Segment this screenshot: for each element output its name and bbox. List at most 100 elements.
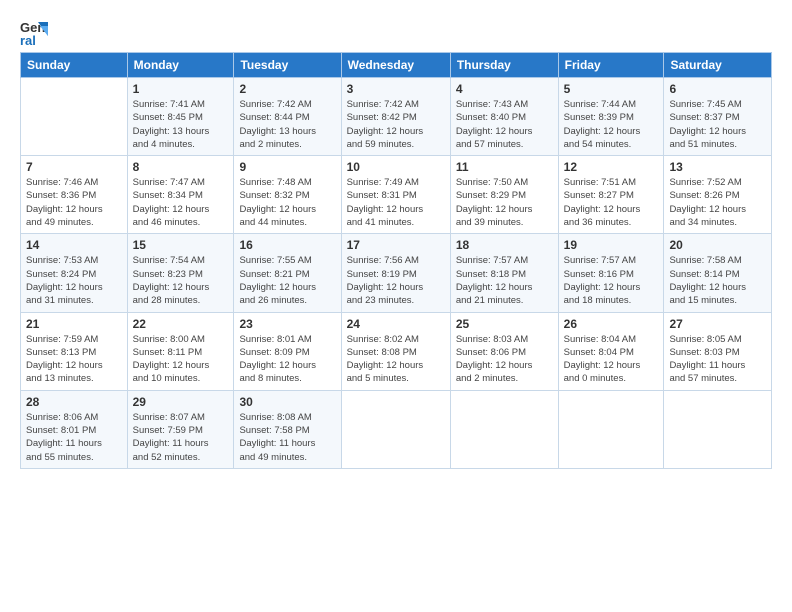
day-number: 17 [347,238,445,252]
day-cell: 14 Sunrise: 7:53 AM Sunset: 8:24 PM Dayli… [21,234,128,312]
day-cell: 20 Sunrise: 7:58 AM Sunset: 8:14 PM Dayli… [664,234,772,312]
day-cell: 2Sunrise: 7:42 AM Sunset: 8:44 PM Daylig… [234,78,341,156]
col-header-saturday: Saturday [664,53,772,78]
day-cell [21,78,128,156]
day-info: Sunrise: 7:50 AM Sunset: 8:29 PM Dayligh… [456,176,553,229]
day-number: 25 [456,317,553,331]
col-header-tuesday: Tuesday [234,53,341,78]
day-info: Sunrise: 8:06 AM Sunset: 8:01 PM Dayligh… [26,411,122,464]
day-number: 9 [239,160,335,174]
day-cell: 25 Sunrise: 8:03 AM Sunset: 8:06 PM Dayli… [450,312,558,390]
day-info: Sunrise: 7:52 AM Sunset: 8:26 PM Dayligh… [669,176,766,229]
day-info: Sunrise: 7:47 AM Sunset: 8:34 PM Dayligh… [133,176,229,229]
logo-icon: Gene ral [20,18,48,46]
day-info: Sunrise: 7:42 AM Sunset: 8:44 PM Dayligh… [239,98,335,151]
week-row-4: 21 Sunrise: 7:59 AM Sunset: 8:13 PM Dayli… [21,312,772,390]
day-number: 26 [564,317,659,331]
col-header-wednesday: Wednesday [341,53,450,78]
day-cell: 30Sunrise: 8:08 AM Sunset: 7:58 PM Dayli… [234,390,341,468]
day-number: 7 [26,160,122,174]
day-cell: 24 Sunrise: 8:02 AM Sunset: 8:08 PM Dayli… [341,312,450,390]
day-number: 8 [133,160,229,174]
day-cell: 4 Sunrise: 7:43 AM Sunset: 8:40 PM Daylig… [450,78,558,156]
day-info: Sunrise: 7:57 AM Sunset: 8:18 PM Dayligh… [456,254,553,307]
week-row-1: 1 Sunrise: 7:41 AM Sunset: 8:45 PM Daylig… [21,78,772,156]
day-cell: 1 Sunrise: 7:41 AM Sunset: 8:45 PM Daylig… [127,78,234,156]
day-info: Sunrise: 8:04 AM Sunset: 8:04 PM Dayligh… [564,333,659,386]
day-cell: 27Sunrise: 8:05 AM Sunset: 8:03 PM Dayli… [664,312,772,390]
day-cell: 5Sunrise: 7:44 AM Sunset: 8:39 PM Daylig… [558,78,664,156]
day-number: 20 [669,238,766,252]
day-info: Sunrise: 7:53 AM Sunset: 8:24 PM Dayligh… [26,254,122,307]
week-row-2: 7Sunrise: 7:46 AM Sunset: 8:36 PM Daylig… [21,156,772,234]
day-number: 3 [347,82,445,96]
day-cell: 12Sunrise: 7:51 AM Sunset: 8:27 PM Dayli… [558,156,664,234]
day-number: 21 [26,317,122,331]
day-number: 14 [26,238,122,252]
day-cell: 8 Sunrise: 7:47 AM Sunset: 8:34 PM Daylig… [127,156,234,234]
day-cell [558,390,664,468]
day-cell: 9Sunrise: 7:48 AM Sunset: 8:32 PM Daylig… [234,156,341,234]
day-cell: 26 Sunrise: 8:04 AM Sunset: 8:04 PM Dayli… [558,312,664,390]
day-info: Sunrise: 8:05 AM Sunset: 8:03 PM Dayligh… [669,333,766,386]
day-number: 15 [133,238,229,252]
day-info: Sunrise: 8:03 AM Sunset: 8:06 PM Dayligh… [456,333,553,386]
day-cell: 13 Sunrise: 7:52 AM Sunset: 8:26 PM Dayli… [664,156,772,234]
logo: Gene ral [20,18,52,46]
day-info: Sunrise: 8:08 AM Sunset: 7:58 PM Dayligh… [239,411,335,464]
day-number: 10 [347,160,445,174]
week-row-3: 14 Sunrise: 7:53 AM Sunset: 8:24 PM Dayli… [21,234,772,312]
col-header-sunday: Sunday [21,53,128,78]
day-info: Sunrise: 7:44 AM Sunset: 8:39 PM Dayligh… [564,98,659,151]
day-cell [341,390,450,468]
day-info: Sunrise: 7:54 AM Sunset: 8:23 PM Dayligh… [133,254,229,307]
day-cell: 23 Sunrise: 8:01 AM Sunset: 8:09 PM Dayli… [234,312,341,390]
day-number: 23 [239,317,335,331]
header: Gene ral [20,18,772,46]
day-number: 19 [564,238,659,252]
day-number: 16 [239,238,335,252]
day-cell: 19Sunrise: 7:57 AM Sunset: 8:16 PM Dayli… [558,234,664,312]
day-info: Sunrise: 7:59 AM Sunset: 8:13 PM Dayligh… [26,333,122,386]
day-cell: 7Sunrise: 7:46 AM Sunset: 8:36 PM Daylig… [21,156,128,234]
day-cell: 28Sunrise: 8:06 AM Sunset: 8:01 PM Dayli… [21,390,128,468]
calendar-page: Gene ral SundayMondayTuesdayWednesdayThu… [0,0,792,612]
svg-text:ral: ral [20,33,36,46]
day-cell: 17Sunrise: 7:56 AM Sunset: 8:19 PM Dayli… [341,234,450,312]
calendar-table: SundayMondayTuesdayWednesdayThursdayFrid… [20,52,772,469]
day-cell: 21 Sunrise: 7:59 AM Sunset: 8:13 PM Dayli… [21,312,128,390]
week-row-5: 28Sunrise: 8:06 AM Sunset: 8:01 PM Dayli… [21,390,772,468]
day-info: Sunrise: 7:45 AM Sunset: 8:37 PM Dayligh… [669,98,766,151]
day-info: Sunrise: 8:02 AM Sunset: 8:08 PM Dayligh… [347,333,445,386]
day-cell: 16 Sunrise: 7:55 AM Sunset: 8:21 PM Dayli… [234,234,341,312]
day-info: Sunrise: 7:55 AM Sunset: 8:21 PM Dayligh… [239,254,335,307]
day-number: 11 [456,160,553,174]
day-info: Sunrise: 8:01 AM Sunset: 8:09 PM Dayligh… [239,333,335,386]
day-cell: 6 Sunrise: 7:45 AM Sunset: 8:37 PM Daylig… [664,78,772,156]
day-number: 6 [669,82,766,96]
col-header-thursday: Thursday [450,53,558,78]
day-cell: 10 Sunrise: 7:49 AM Sunset: 8:31 PM Dayli… [341,156,450,234]
day-info: Sunrise: 7:43 AM Sunset: 8:40 PM Dayligh… [456,98,553,151]
day-cell [450,390,558,468]
col-header-friday: Friday [558,53,664,78]
day-info: Sunrise: 7:41 AM Sunset: 8:45 PM Dayligh… [133,98,229,151]
day-cell: 22Sunrise: 8:00 AM Sunset: 8:11 PM Dayli… [127,312,234,390]
day-cell [664,390,772,468]
day-number: 4 [456,82,553,96]
day-number: 1 [133,82,229,96]
header-row: SundayMondayTuesdayWednesdayThursdayFrid… [21,53,772,78]
day-info: Sunrise: 7:42 AM Sunset: 8:42 PM Dayligh… [347,98,445,151]
day-cell: 29 Sunrise: 8:07 AM Sunset: 7:59 PM Dayli… [127,390,234,468]
day-number: 18 [456,238,553,252]
day-number: 13 [669,160,766,174]
day-cell: 18 Sunrise: 7:57 AM Sunset: 8:18 PM Dayli… [450,234,558,312]
day-info: Sunrise: 8:07 AM Sunset: 7:59 PM Dayligh… [133,411,229,464]
day-number: 12 [564,160,659,174]
day-number: 24 [347,317,445,331]
day-number: 29 [133,395,229,409]
day-cell: 15 Sunrise: 7:54 AM Sunset: 8:23 PM Dayli… [127,234,234,312]
col-header-monday: Monday [127,53,234,78]
day-info: Sunrise: 7:49 AM Sunset: 8:31 PM Dayligh… [347,176,445,229]
day-info: Sunrise: 7:58 AM Sunset: 8:14 PM Dayligh… [669,254,766,307]
